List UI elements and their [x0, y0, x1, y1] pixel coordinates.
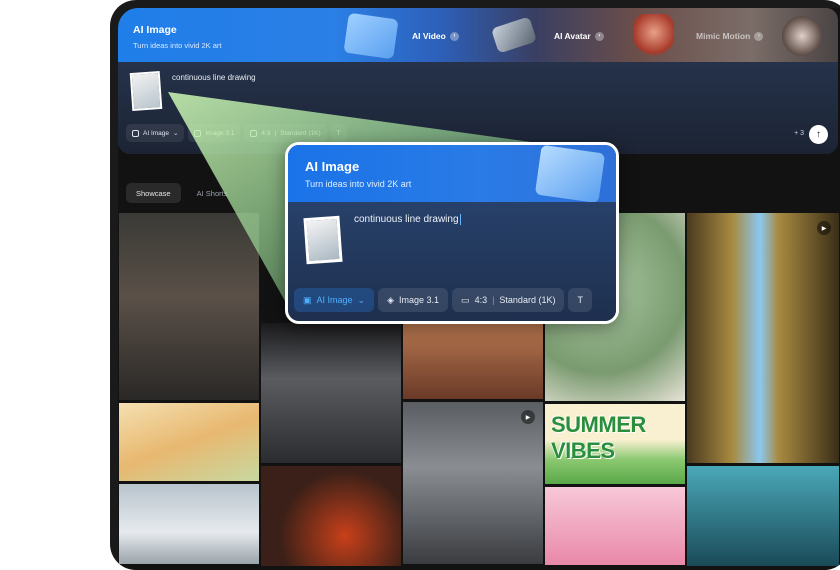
- gallery-item-tornado[interactable]: ▶: [403, 402, 543, 564]
- cube-icon: [194, 129, 202, 137]
- quality-label: Standard (1K): [280, 129, 321, 137]
- ai-avatar-thumbnail: [634, 14, 674, 60]
- gallery-item-summer-vibes[interactable]: SUMMER VIBES: [545, 404, 685, 484]
- tab-ai-video-label: AI Video: [412, 31, 446, 41]
- zoom-callout: AI Image Turn ideas into vivid 2K art co…: [285, 142, 619, 324]
- separator: |: [492, 295, 495, 305]
- tab-mimic-motion-label: Mimic Motion: [696, 31, 751, 41]
- chevron-right-icon: ›: [449, 31, 459, 41]
- ratio-quality-selector[interactable]: 4:3 | Standard (1K): [244, 124, 327, 142]
- zoom-prompt-area: continuous line drawing ▣ AI Image ⌄ ◈ I…: [288, 202, 616, 321]
- aspect-ratio-icon: ▭: [461, 294, 470, 305]
- zoom-model-label: Image 3.1: [399, 295, 440, 305]
- zoom-model-selector[interactable]: ◈ Image 3.1: [378, 288, 449, 312]
- separator: |: [274, 129, 277, 137]
- cube-icon: ◈: [387, 294, 395, 305]
- filter-ai-shorts[interactable]: AI Shorts: [187, 183, 238, 203]
- credit-cost: + 3: [794, 130, 804, 137]
- tab-ai-avatar-label: AI Avatar: [554, 31, 591, 41]
- image-icon: [132, 129, 139, 137]
- zoom-thumbnail: [534, 145, 606, 204]
- model-selector[interactable]: Image 3.1: [188, 124, 241, 142]
- gallery-item-doorway[interactable]: ▶: [687, 213, 839, 463]
- zoom-mode-label: AI Image: [316, 295, 353, 305]
- image-icon: ▣: [303, 294, 312, 305]
- zoom-subtitle: Turn ideas into vivid 2K art: [305, 179, 412, 189]
- ratio-label: 4:3: [261, 129, 271, 137]
- gallery-item-city-tower[interactable]: [119, 484, 259, 564]
- tab-ai-image-subtitle: Turn ideas into vivid 2K art: [133, 41, 222, 50]
- gallery-filters: Showcase AI Shorts: [126, 183, 237, 203]
- zoom-prompt-input[interactable]: continuous line drawing: [354, 214, 461, 225]
- mode-selector[interactable]: AI Image ⌄: [126, 124, 185, 142]
- chevron-down-icon: ⌄: [173, 130, 179, 137]
- gallery-item-pink-sign[interactable]: [545, 487, 685, 565]
- chevron-right-icon: ›: [754, 31, 764, 41]
- tab-ai-image[interactable]: AI Image Turn ideas into vivid 2K art: [133, 24, 222, 50]
- zoom-reference-image[interactable]: [303, 215, 343, 265]
- gallery-item-doll-chair[interactable]: [403, 323, 543, 399]
- prompt-area[interactable]: continuous line drawing AI Image ⌄ Image…: [118, 62, 838, 154]
- gallery-item-underwater[interactable]: [687, 466, 839, 566]
- zoom-prompt-text: continuous line drawing: [354, 214, 459, 226]
- mode-label: AI Image: [143, 129, 170, 137]
- gallery-item-portrait[interactable]: [119, 213, 259, 400]
- zoom-header: AI Image Turn ideas into vivid 2K art: [288, 145, 616, 204]
- option-chips: AI Image ⌄ Image 3.1 4:3 | Standard (1K): [126, 124, 347, 142]
- text-format-icon: T: [336, 129, 341, 137]
- model-label: Image 3.1: [205, 129, 235, 137]
- tab-ai-image-title: AI Image: [133, 24, 177, 36]
- play-icon[interactable]: ▶: [817, 221, 831, 235]
- text-format-icon: T: [577, 295, 583, 305]
- text-caret: [459, 214, 461, 225]
- summer-vibes-text: SUMMER VIBES: [551, 412, 646, 463]
- gallery-item-watermelon-cat[interactable]: [119, 403, 259, 481]
- feature-tabs: AI Image Turn ideas into vivid 2K art AI…: [118, 8, 838, 62]
- tab-mimic-motion[interactable]: Mimic Motion ›: [696, 31, 764, 41]
- zoom-title: AI Image: [305, 159, 360, 174]
- zoom-ratio-label: 4:3: [474, 295, 488, 305]
- chevron-right-icon: ›: [594, 31, 604, 41]
- tab-ai-video[interactable]: AI Video ›: [412, 31, 459, 41]
- ai-image-thumbnail: [343, 12, 399, 60]
- gallery-item-neon-reflection[interactable]: [261, 323, 401, 463]
- generator-panel: AI Image Turn ideas into vivid 2K art AI…: [118, 8, 838, 154]
- prompt-input[interactable]: continuous line drawing: [172, 73, 256, 82]
- generate-button[interactable]: ↑: [809, 125, 828, 144]
- zoom-mode-selector[interactable]: ▣ AI Image ⌄: [294, 288, 375, 312]
- zoom-option-chips: ▣ AI Image ⌄ ◈ Image 3.1 ▭ 4:3 | Standar…: [294, 288, 592, 312]
- reference-image[interactable]: [129, 70, 163, 112]
- zoom-text-options-button[interactable]: T: [568, 288, 592, 312]
- ai-video-thumbnail: [490, 16, 538, 54]
- mimic-motion-thumbnail: [782, 16, 822, 56]
- filter-showcase[interactable]: Showcase: [126, 183, 181, 203]
- aspect-ratio-icon: [250, 129, 258, 137]
- chevron-down-icon: ⌄: [357, 294, 366, 305]
- zoom-ratio-quality-selector[interactable]: ▭ 4:3 | Standard (1K): [452, 288, 565, 312]
- gallery-item-pumpkins[interactable]: [261, 466, 401, 566]
- play-icon[interactable]: ▶: [521, 410, 535, 424]
- text-options-button[interactable]: T: [330, 124, 347, 142]
- zoom-quality-label: Standard (1K): [499, 295, 556, 305]
- arrow-up-icon: ↑: [816, 129, 821, 140]
- tab-ai-avatar[interactable]: AI Avatar ›: [554, 31, 604, 41]
